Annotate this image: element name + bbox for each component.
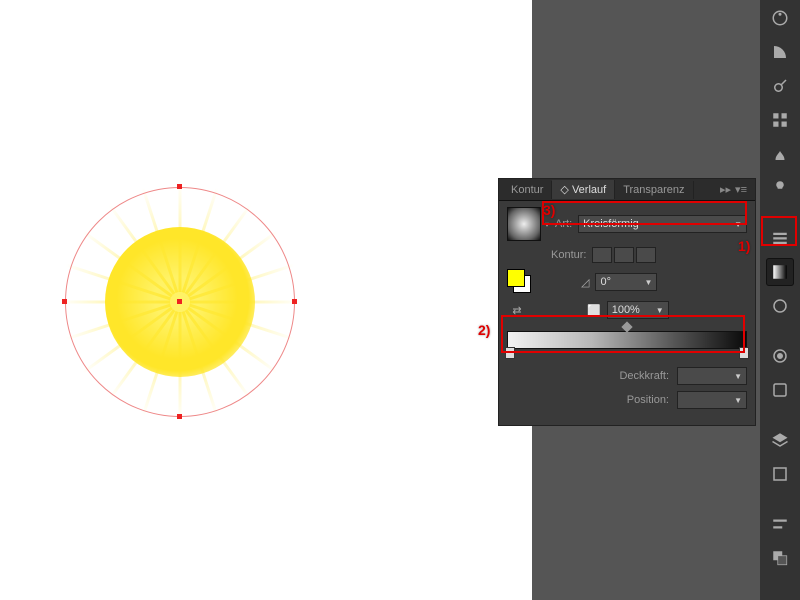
- grid-icon[interactable]: [766, 106, 794, 134]
- transparency-icon[interactable]: [766, 292, 794, 320]
- appearance-icon[interactable]: [766, 342, 794, 370]
- gradient-stop-right[interactable]: [739, 347, 749, 359]
- tab-transparenz[interactable]: Transparenz: [615, 181, 693, 199]
- gradient-slider[interactable]: [507, 331, 747, 349]
- aspect-ratio-icon: ⬜: [587, 304, 601, 317]
- pathfinder-icon[interactable]: [766, 544, 794, 572]
- angle-value: 0°: [600, 276, 611, 288]
- angle-field[interactable]: 0° ▼: [595, 273, 657, 291]
- symbols-icon[interactable]: [766, 174, 794, 202]
- align-icon[interactable]: [766, 510, 794, 538]
- stroke-gradient-within-button[interactable]: [592, 247, 612, 263]
- aspect-ratio-field[interactable]: 100% ▼: [607, 301, 669, 319]
- gradient-ramp[interactable]: [507, 331, 747, 349]
- panel-menu-icon[interactable]: ▾≡: [735, 183, 747, 196]
- tab-verlauf-label: Verlauf: [572, 184, 606, 196]
- aspect-ratio-value: 100%: [612, 304, 640, 316]
- chevron-down-icon: ▼: [734, 220, 742, 229]
- selection-handle[interactable]: [177, 414, 182, 419]
- layers-icon[interactable]: [766, 426, 794, 454]
- gradient-panel: Kontur ◇ Verlauf Transparenz ▸▸ ▾≡ ▾ Art…: [498, 178, 756, 426]
- gradient-type-select[interactable]: Kreisförmig ▼: [578, 215, 747, 233]
- selection-center-handle[interactable]: [177, 299, 182, 304]
- selection-handle[interactable]: [177, 184, 182, 189]
- stroke-gradient-along-button[interactable]: [614, 247, 634, 263]
- gradient-panel-icon[interactable]: [766, 258, 794, 286]
- eyedropper-icon[interactable]: [766, 72, 794, 100]
- stop-position-field[interactable]: ▼: [677, 391, 747, 409]
- gradient-stop-left[interactable]: [505, 347, 515, 359]
- opacity-label: Deckkraft:: [609, 370, 669, 382]
- type-label: Art:: [555, 218, 572, 230]
- canvas-area[interactable]: // rays added after data parse below via…: [0, 0, 532, 600]
- tab-verlauf[interactable]: ◇ Verlauf: [552, 180, 615, 199]
- angle-icon: ◿: [581, 276, 589, 289]
- chevron-down-icon: ▼: [645, 278, 653, 287]
- brush-icon[interactable]: [766, 140, 794, 168]
- color-wheel-icon[interactable]: [766, 4, 794, 32]
- position-label: Position:: [609, 394, 669, 406]
- preview-dropdown-icon[interactable]: ▾: [545, 220, 549, 229]
- fill-stroke-swatch[interactable]: [507, 269, 533, 295]
- panel-tabs: Kontur ◇ Verlauf Transparenz ▸▸ ▾≡: [499, 179, 755, 201]
- tab-kontur[interactable]: Kontur: [503, 181, 552, 199]
- artboards-icon[interactable]: [766, 460, 794, 488]
- stop-opacity-field[interactable]: ▼: [677, 367, 747, 385]
- graphic-styles-icon[interactable]: [766, 376, 794, 404]
- stroke-gradient-across-button[interactable]: [636, 247, 656, 263]
- gradient-type-value: Kreisförmig: [583, 218, 639, 230]
- kontur-label: Kontur:: [551, 249, 586, 261]
- chevron-down-icon: ▼: [656, 306, 664, 315]
- reverse-gradient-icon[interactable]: ⇄: [507, 301, 527, 319]
- selection-handle[interactable]: [292, 299, 297, 304]
- menu-icon[interactable]: [766, 224, 794, 252]
- selection-handle[interactable]: [62, 299, 67, 304]
- sun-object[interactable]: // rays added after data parse below via…: [65, 187, 295, 417]
- panel-dock: [760, 0, 800, 600]
- gradient-preview[interactable]: [507, 207, 541, 241]
- shape-icon[interactable]: [766, 38, 794, 66]
- panel-collapse-icon[interactable]: ▸▸: [720, 183, 731, 196]
